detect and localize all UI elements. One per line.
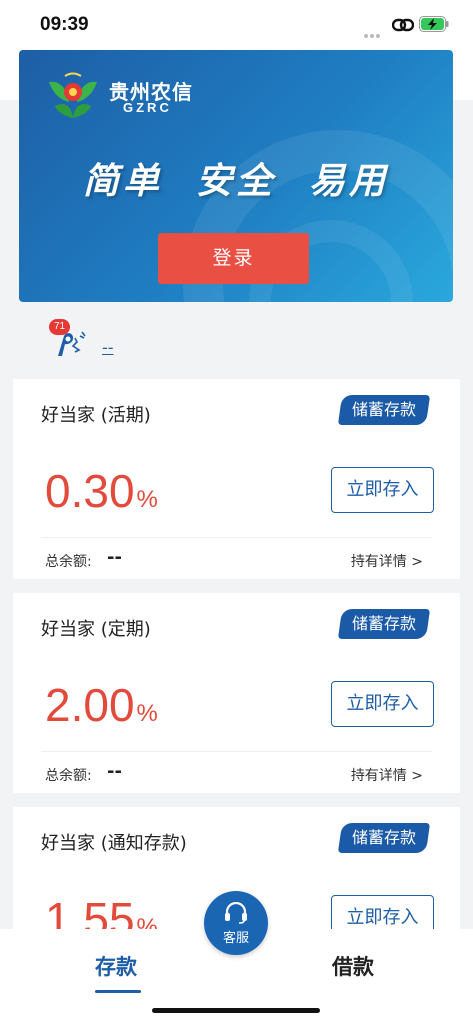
product-tag-label: 储蓄存款 (351, 400, 416, 419)
signal-icon (364, 23, 386, 57)
brand-abbreviation: GZRC (123, 100, 172, 115)
product-tag: 储蓄存款 (337, 823, 431, 853)
status-time: 09:39 (40, 14, 89, 35)
notification-badge: 71 (49, 319, 70, 335)
deposit-now-button[interactable]: 立即存入 (331, 681, 434, 727)
product-tag: 储蓄存款 (337, 609, 431, 639)
battery-icon (419, 16, 449, 32)
product-title: 好当家 (活期) (41, 405, 151, 426)
holding-details-link[interactable]: 持有详情 > (351, 765, 423, 785)
product-tag-label: 储蓄存款 (351, 828, 416, 847)
tab-loan[interactable]: 借款 (332, 951, 374, 981)
rate-value: 0.30 (45, 465, 135, 517)
rate-unit: % (136, 486, 158, 513)
banner-slogan: 简单 安全 易用 (82, 161, 390, 202)
gzrc-logo-icon (49, 72, 97, 118)
balance-label: 总余额: (45, 554, 92, 570)
product-tag: 储蓄存款 (337, 395, 431, 425)
login-button[interactable]: 登录 (158, 233, 309, 284)
active-tab-indicator (95, 990, 141, 993)
product-title: 好当家 (通知存款) (41, 833, 187, 854)
link-icon (392, 18, 414, 32)
notice-text[interactable]: -- (102, 338, 114, 357)
interest-rate: 2.00% (45, 678, 158, 732)
product-card: 好当家 (定期) 储蓄存款 2.00% 立即存入 总余额: -- 持有详情 > (13, 593, 460, 793)
rate-value: 2.00 (45, 679, 135, 731)
balance-label: 总余额: (45, 768, 92, 784)
interest-rate: 0.30% (45, 464, 158, 518)
customer-service-button[interactable]: 客服 (204, 891, 268, 955)
product-tag-label: 储蓄存款 (351, 614, 416, 633)
headset-icon (225, 902, 247, 924)
status-bar: 09:39 (0, 0, 473, 57)
divider (41, 537, 432, 538)
balance-value: -- (107, 547, 122, 568)
deposit-now-button[interactable]: 立即存入 (331, 467, 434, 513)
hero-banner: 贵州农信 GZRC 简单 安全 易用 登录 (19, 50, 453, 302)
product-title: 好当家 (定期) (41, 619, 151, 640)
divider (41, 751, 432, 752)
tab-deposit[interactable]: 存款 (95, 951, 137, 981)
rate-unit: % (136, 700, 158, 727)
balance-value: -- (107, 761, 122, 782)
holding-details-link[interactable]: 持有详情 > (351, 551, 423, 571)
home-indicator[interactable] (152, 1008, 320, 1013)
customer-service-label: 客服 (222, 931, 249, 946)
product-card: 好当家 (活期) 储蓄存款 0.30% 立即存入 总余额: -- 持有详情 > (13, 379, 460, 579)
